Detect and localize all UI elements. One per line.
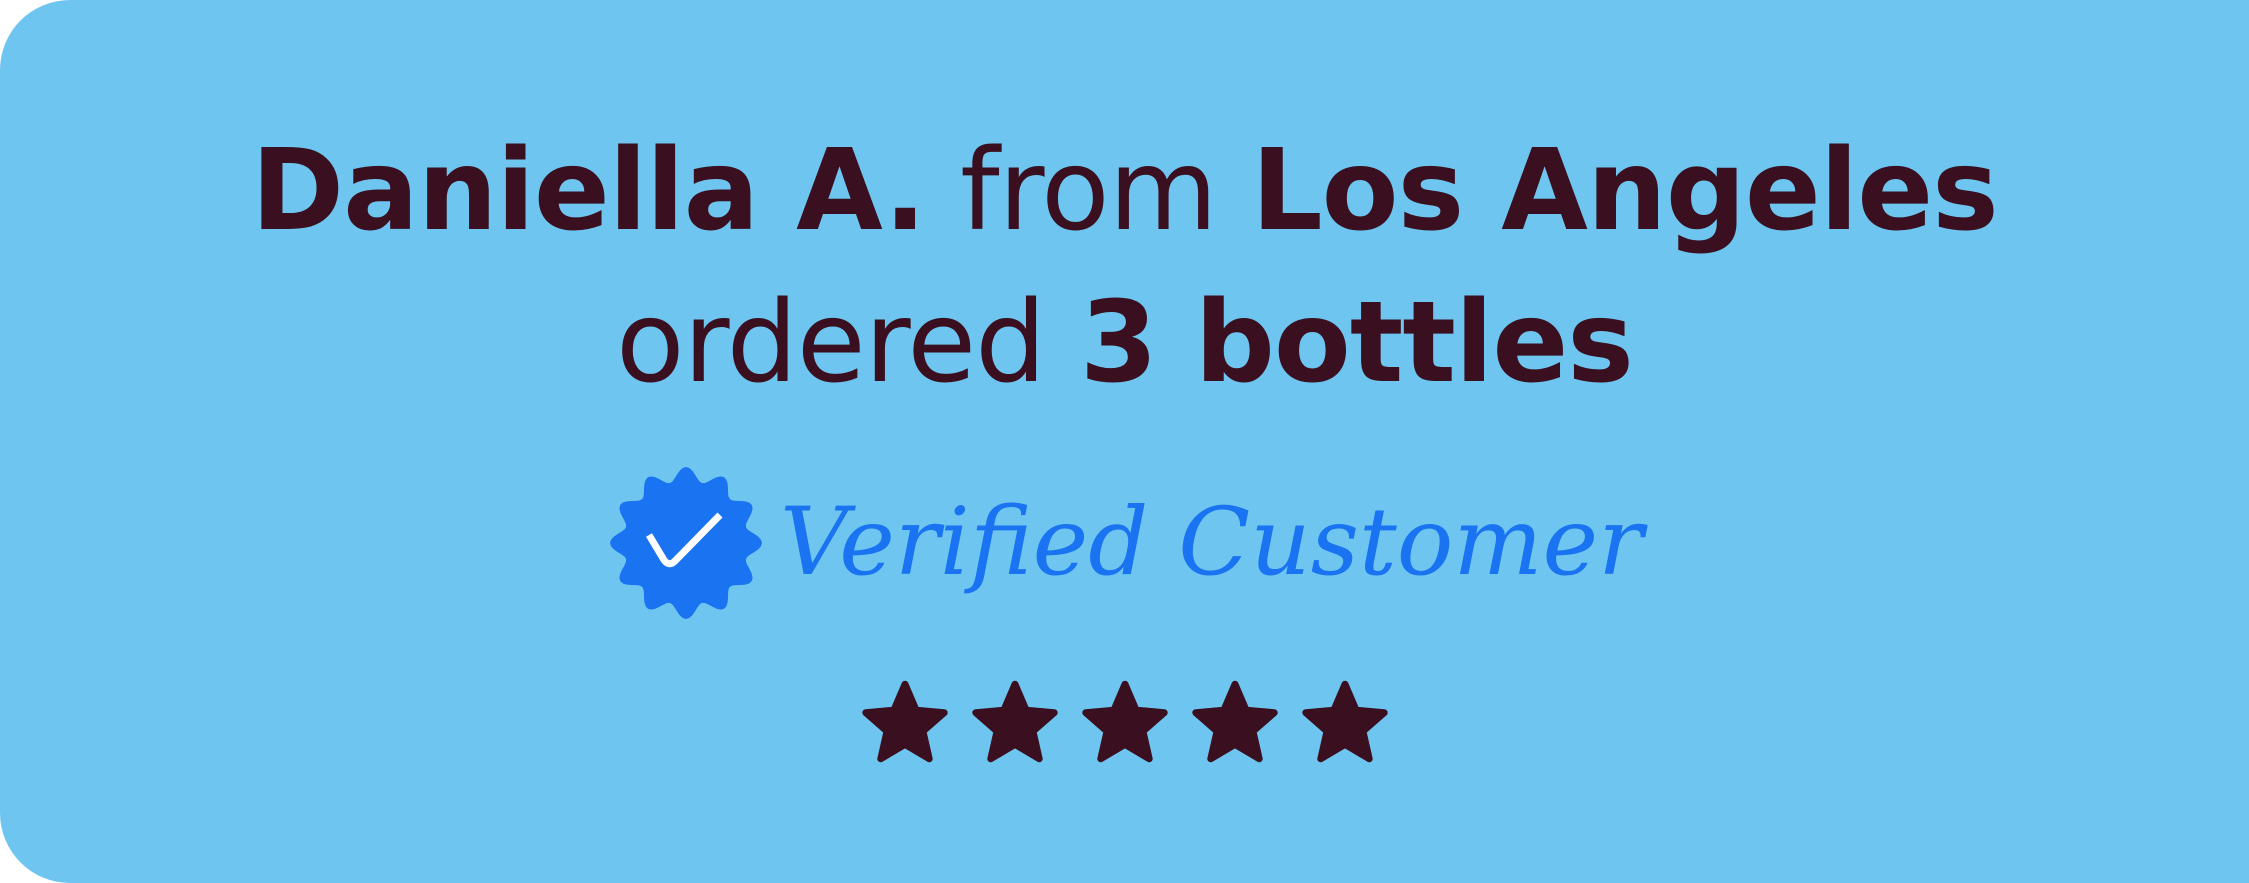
order-quantity: 3 bottles: [1079, 278, 1634, 408]
headline-line-1: Daniella A. from Los Angeles: [0, 115, 2249, 267]
star-icon: [1301, 680, 1388, 763]
headline-line-2: ordered 3 bottles: [0, 267, 2249, 419]
star-icon: [861, 680, 948, 763]
star-icon: [1081, 680, 1168, 763]
customer-location: Los Angeles: [1251, 126, 1999, 256]
star-icon: [1191, 680, 1278, 763]
testimonial-card: Daniella A. from Los Angeles ordered 3 b…: [0, 0, 2249, 883]
from-word: from: [960, 126, 1218, 256]
customer-name: Daniella A.: [251, 126, 926, 256]
ordered-word: ordered: [616, 278, 1046, 408]
verified-customer-label: Verified Customer: [779, 488, 1644, 597]
star-icon: [971, 680, 1058, 763]
order-headline: Daniella A. from Los Angeles ordered 3 b…: [0, 115, 2249, 419]
star-rating: [0, 678, 2249, 766]
verified-badge-icon: [609, 467, 762, 619]
verified-customer-row: Verified Customer: [0, 463, 2249, 623]
